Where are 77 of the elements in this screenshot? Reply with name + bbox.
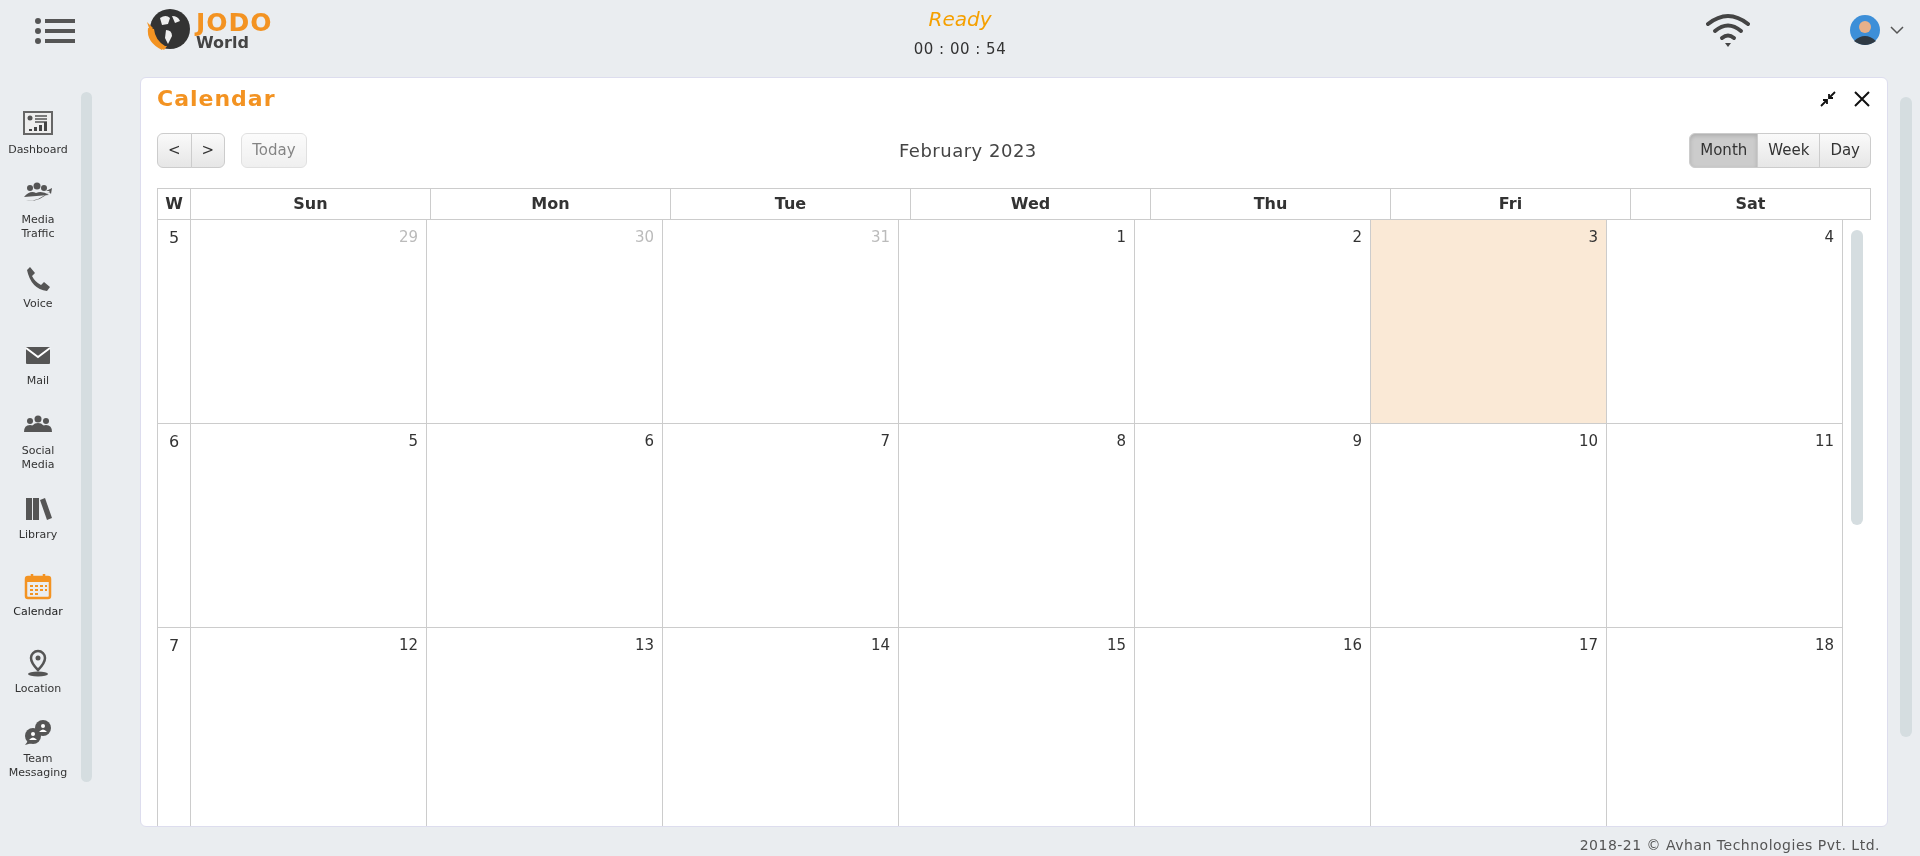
day-number: 7 [880,431,890,450]
day-cell[interactable]: 17 [1371,627,1607,826]
sidebar-item[interactable]: Team Messaging [0,711,76,788]
day-number: 29 [398,227,418,246]
day-cell[interactable]: 12 [191,627,427,826]
chevron-down-icon[interactable] [1890,25,1904,35]
day-cell[interactable]: 18 [1607,627,1843,826]
timer-text: 00 : 00 : 54 [913,39,1007,60]
day-cell[interactable]: 6 [427,423,663,628]
weekday-header: Fri [1391,187,1631,220]
next-button[interactable]: > [190,133,226,168]
week-number: 7 [157,627,191,826]
avatar-icon[interactable] [1850,15,1880,45]
day-number: 12 [398,635,418,654]
month-title: February 2023 [899,139,1037,161]
day-number: 5 [408,431,418,450]
day-number: 3 [1588,227,1598,246]
brand-name: JODO [196,9,273,35]
weekday-header: Sun [191,187,431,220]
weekday-header: Sat [1631,187,1871,220]
day-number: 9 [1352,431,1362,450]
weekday-header: Tue [671,187,911,220]
previous-button[interactable]: < [157,133,192,168]
minimize-icon[interactable] [1819,90,1837,108]
day-cell[interactable]: 5 [191,423,427,628]
sidebar-item[interactable]: Dashboard [0,95,76,172]
day-cell[interactable]: 14 [663,627,899,826]
close-icon[interactable] [1853,90,1871,108]
week-column-header: W [157,187,191,220]
view-tab[interactable]: Day [1819,133,1871,168]
day-cell[interactable]: 13 [427,627,663,826]
day-number: 10 [1578,431,1598,450]
day-cell[interactable]: 3 [1371,219,1607,424]
day-cell[interactable]: 16 [1135,627,1371,826]
sidebar-item[interactable]: Calendar [0,557,76,634]
view-tab[interactable]: Week [1757,133,1821,168]
weekday-header: Wed [911,187,1151,220]
week-number: 5 [157,219,191,424]
sidebar-item[interactable]: Media Traffic [0,172,76,249]
day-cell[interactable]: 15 [899,627,1135,826]
copyright-text: 2018-21 © Avhan Technologies Pvt. Ltd. [1579,836,1880,855]
panel-title: Calendar [157,85,276,113]
sidebar-item[interactable]: Voice [0,249,76,326]
sidebar-item[interactable]: Location [0,634,76,711]
calendar-scrollbar[interactable] [1851,229,1863,525]
day-number: 11 [1814,431,1834,450]
day-cell[interactable]: 1 [899,219,1135,424]
day-cell[interactable]: 4 [1607,219,1843,424]
calendar-icon [22,571,54,602]
day-number: 13 [634,635,654,654]
day-number: 18 [1814,635,1834,654]
day-number: 17 [1578,635,1598,654]
day-number: 31 [870,227,890,246]
day-cell[interactable]: 9 [1135,423,1371,628]
sidebar-item[interactable]: Library [0,480,76,557]
view-tab[interactable]: Month [1689,133,1759,168]
wifi-icon [1706,12,1750,48]
day-number: 16 [1342,635,1362,654]
day-cell[interactable]: 10 [1371,423,1607,628]
day-cell[interactable]: 7 [663,423,899,628]
weekday-header: Thu [1151,187,1391,220]
day-number: 15 [1106,635,1126,654]
day-number: 6 [644,431,654,450]
day-number: 30 [634,227,654,246]
status-text: Ready [928,6,992,33]
menu-icon[interactable] [34,16,76,46]
day-number: 8 [1116,431,1126,450]
week-number: 6 [157,423,191,628]
sidebar-item[interactable]: Mail [0,326,76,403]
day-number: 2 [1352,227,1362,246]
day-number: 14 [870,635,890,654]
day-cell[interactable]: 8 [899,423,1135,628]
sidebar-item[interactable]: Social Media [0,403,76,480]
weekday-header: Mon [431,187,671,220]
day-number: 1 [1116,227,1126,246]
day-number: 4 [1824,227,1834,246]
day-cell[interactable]: 11 [1607,423,1843,628]
